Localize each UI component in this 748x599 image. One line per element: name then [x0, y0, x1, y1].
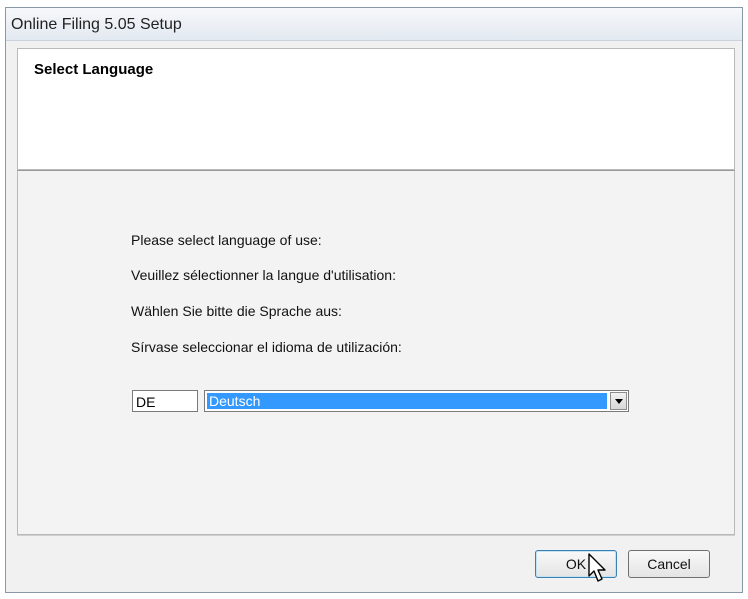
- mouse-pointer-icon: [588, 553, 606, 582]
- chevron-down-icon: [615, 399, 623, 404]
- prompt-french: Veuillez sélectionner la langue d'utilis…: [131, 267, 396, 283]
- header-panel: Select Language: [17, 48, 735, 170]
- footer-divider: [17, 535, 735, 536]
- prompt-spanish: Sírvase seleccionar el idioma de utiliza…: [131, 339, 402, 355]
- language-select-value: Deutsch: [207, 393, 607, 409]
- prompt-german: Wählen Sie bitte die Sprache aus:: [131, 303, 342, 319]
- window-title: Online Filing 5.05 Setup: [11, 16, 182, 33]
- language-select[interactable]: Deutsch: [204, 390, 629, 412]
- setup-window: Online Filing 5.05 Setup Select Language…: [5, 7, 743, 593]
- prompt-english: Please select language of use:: [131, 232, 322, 248]
- language-panel: Please select language of use: Veuillez …: [17, 170, 735, 535]
- title-bar: Online Filing 5.05 Setup: [6, 8, 742, 41]
- cancel-button[interactable]: Cancel: [628, 550, 710, 578]
- dropdown-button[interactable]: [610, 392, 627, 410]
- language-code-field[interactable]: DE: [132, 390, 198, 412]
- page-title: Select Language: [34, 61, 154, 78]
